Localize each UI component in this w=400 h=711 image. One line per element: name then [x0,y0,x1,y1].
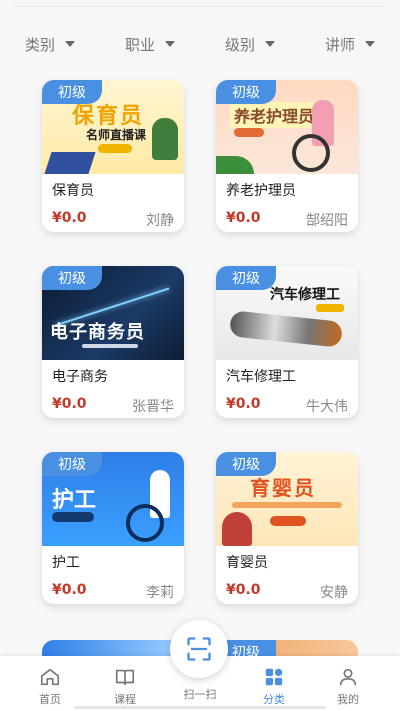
tab-scan[interactable]: 扫一扫 [170,686,230,702]
filter-level[interactable]: 级别 [200,28,300,60]
car-part-illustration [228,310,344,348]
level-badge: 初级 [42,80,102,104]
teacher-illustration [152,118,178,160]
filter-lecturer-label: 讲师 [324,35,355,54]
tab-category-label: 分类 [263,693,285,706]
thumbnail-decoration [82,344,138,348]
thumbnail-heading: 汽车修理工 [270,287,340,303]
tab-courses[interactable]: 课程 [95,666,155,707]
course-title: 电子商务 [52,369,108,385]
tab-mine[interactable]: 我的 [318,666,378,707]
course-price: ¥0.0 [52,396,87,412]
filter-level-label: 级别 [224,35,255,54]
caret-down-icon [65,41,75,47]
filter-category-label: 类别 [24,35,55,54]
tab-category[interactable]: 分类 [244,666,304,707]
filter-bar: 类别 职业 级别 讲师 [0,28,400,60]
course-price: ¥0.0 [226,210,261,226]
top-divider [14,6,386,7]
filter-category[interactable]: 类别 [0,28,100,60]
course-price: ¥0.0 [52,582,87,598]
book-icon [115,669,135,686]
level-badge: 初级 [216,80,276,104]
tab-mine-label: 我的 [337,693,359,706]
level-badge: 初级 [216,452,276,476]
thumbnail-heading: 护工 [52,488,97,513]
home-indicator [74,706,326,709]
level-badge: 初级 [42,266,102,290]
caret-down-icon [365,41,375,47]
course-price: ¥0.0 [226,582,261,598]
caret-down-icon [165,41,175,47]
thumbnail-heading: 养老护理员 [230,102,319,128]
filter-profession-label: 职业 [124,35,155,54]
caret-down-icon [265,41,275,47]
thumbnail-subheading: 名师直播课 [86,128,147,142]
course-card-childcare[interactable]: 保育员 名师直播课 初级 保育员 ¥0.0 刘静 [42,80,184,232]
course-title: 养老护理员 [226,183,296,199]
tab-home-label: 首页 [39,693,61,706]
course-price: ¥0.0 [226,396,261,412]
course-card-infant-care[interactable]: 育婴员 初级 育婴员 ¥0.0 安静 [216,452,358,604]
course-lecturer: 张晋华 [132,399,174,415]
thumbnail-decoration [232,502,342,508]
course-title: 护工 [52,555,80,571]
course-title: 育婴员 [226,555,268,571]
tab-courses-label: 课程 [114,693,136,706]
thumbnail-decoration [316,304,344,312]
person-icon [339,668,357,686]
filter-lecturer[interactable]: 讲师 [300,28,400,60]
tab-scan-label: 扫一扫 [183,688,217,701]
book-illustration [44,152,96,174]
course-title: 汽车修理工 [226,369,296,385]
course-card-elderly-care[interactable]: 养老护理员 初级 养老护理员 ¥0.0 郜绍阳 [216,80,358,232]
thumbnail-heading: 育婴员 [250,476,316,500]
course-lecturer: 牛大伟 [306,399,348,415]
thumbnail-heading: 电子商务员 [50,322,145,343]
course-lecturer: 郜绍阳 [306,213,348,229]
wheelchair-illustration [126,504,164,542]
course-lecturer: 李莉 [146,585,174,601]
scan-button[interactable] [170,620,228,678]
tab-home[interactable]: 首页 [20,666,80,707]
course-price: ¥0.0 [52,210,87,226]
child-illustration [222,512,252,546]
course-card-auto-repair[interactable]: 汽车修理工 初级 汽车修理工 ¥0.0 牛大伟 [216,266,358,418]
course-lecturer: 安静 [320,585,348,601]
course-card-ecommerce[interactable]: 电子商务员 初级 电子商务 ¥0.0 张晋华 [42,266,184,418]
wheelchair-illustration [292,134,330,172]
plant-illustration [216,156,254,174]
thumbnail-decoration [52,512,94,522]
thumbnail-decoration [270,516,306,526]
thumbnail-decoration [234,128,264,137]
level-badge: 初级 [216,266,276,290]
filter-profession[interactable]: 职业 [100,28,200,60]
course-lecturer: 刘静 [146,213,174,229]
course-card-caregiver[interactable]: 护工 初级 护工 ¥0.0 李莉 [42,452,184,604]
course-title: 保育员 [52,183,94,199]
category-grid-icon [265,668,283,686]
scan-icon [187,637,211,661]
home-icon [40,668,60,686]
level-badge: 初级 [42,452,102,476]
thumbnail-decoration [98,144,132,153]
